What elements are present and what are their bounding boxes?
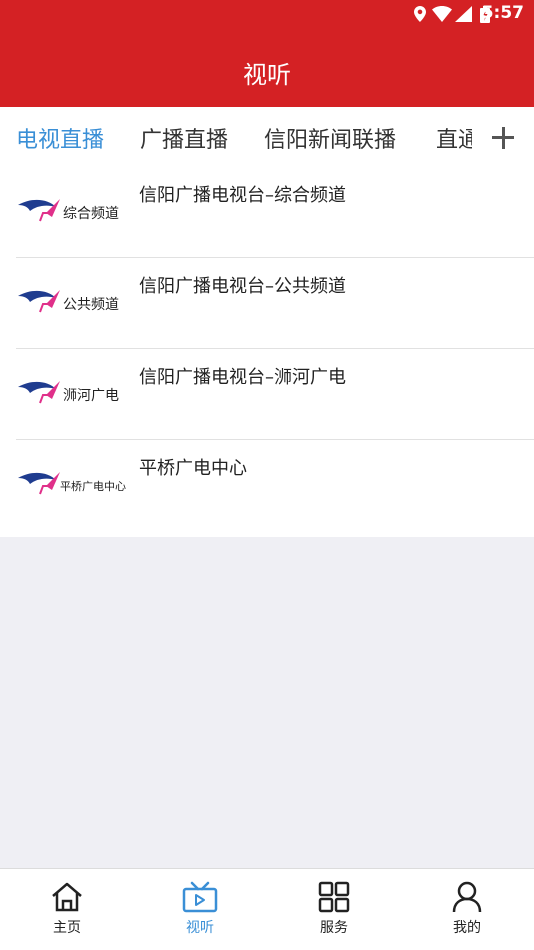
list-item[interactable]: 综合频道 信阳广播电视台–综合频道: [16, 167, 534, 258]
location-icon: [414, 6, 426, 22]
channel-name: 信阳广播电视台–公共频道: [139, 276, 346, 297]
tab-radio-live[interactable]: 广播直播: [140, 122, 228, 154]
status-bar: 5:57: [0, 0, 534, 28]
nav-label: 视听: [186, 920, 214, 936]
header-bar: 5:57 视听: [0, 0, 534, 107]
nav-label: 主页: [53, 920, 81, 936]
nav-label: 我的: [453, 920, 481, 936]
user-icon: [452, 881, 482, 913]
logo-text: 浉河广电: [63, 388, 119, 404]
tv-logo-icon: [18, 472, 60, 495]
tv-logo-icon: [18, 199, 60, 222]
tv-icon: [182, 881, 218, 913]
grid-icon: [318, 881, 350, 913]
signal-icon: [455, 6, 472, 22]
logo-text: 平桥广电中心: [60, 480, 126, 493]
status-time: 5:57: [481, 3, 524, 23]
channel-logo: 浉河广电: [16, 373, 128, 413]
list-item[interactable]: 公共频道 信阳广播电视台–公共频道: [16, 258, 534, 349]
channel-list: 综合频道 信阳广播电视台–综合频道 公共频道 信阳广播电视台–公共频道 浉河广电…: [0, 167, 534, 537]
channel-logo: 公共频道: [16, 282, 128, 322]
nav-home[interactable]: 主页: [27, 881, 107, 937]
nav-label: 服务: [320, 920, 348, 936]
tv-logo-icon: [18, 290, 60, 313]
bottom-nav: 主页 视听 服务 我的: [0, 868, 534, 950]
tab-tv-live[interactable]: 电视直播: [16, 122, 104, 154]
channel-name: 信阳广播电视台–浉河广电: [139, 367, 346, 388]
tab-xinyang-news[interactable]: 信阳新闻联播: [264, 122, 396, 154]
logo-text: 公共频道: [63, 297, 119, 313]
wifi-icon: [432, 6, 452, 22]
logo-text: 综合频道: [63, 206, 119, 222]
list-item[interactable]: 浉河广电 信阳广播电视台–浉河广电: [16, 349, 534, 440]
nav-media[interactable]: 视听: [160, 881, 240, 937]
channel-logo: 综合频道: [16, 191, 128, 231]
tab-bar: 电视直播 广播直播 信阳新闻联播 直通: [0, 107, 534, 167]
home-icon: [52, 882, 82, 912]
list-item[interactable]: 平桥广电中心 平桥广电中心: [16, 440, 534, 537]
nav-services[interactable]: 服务: [294, 881, 374, 937]
plus-icon[interactable]: [472, 107, 534, 167]
channel-logo: 平桥广电中心: [16, 464, 128, 504]
channel-name: 平桥广电中心: [139, 458, 247, 479]
page-title: 视听: [243, 61, 291, 89]
nav-profile[interactable]: 我的: [427, 881, 507, 937]
tv-logo-icon: [18, 381, 60, 404]
channel-name: 信阳广播电视台–综合频道: [139, 185, 346, 206]
